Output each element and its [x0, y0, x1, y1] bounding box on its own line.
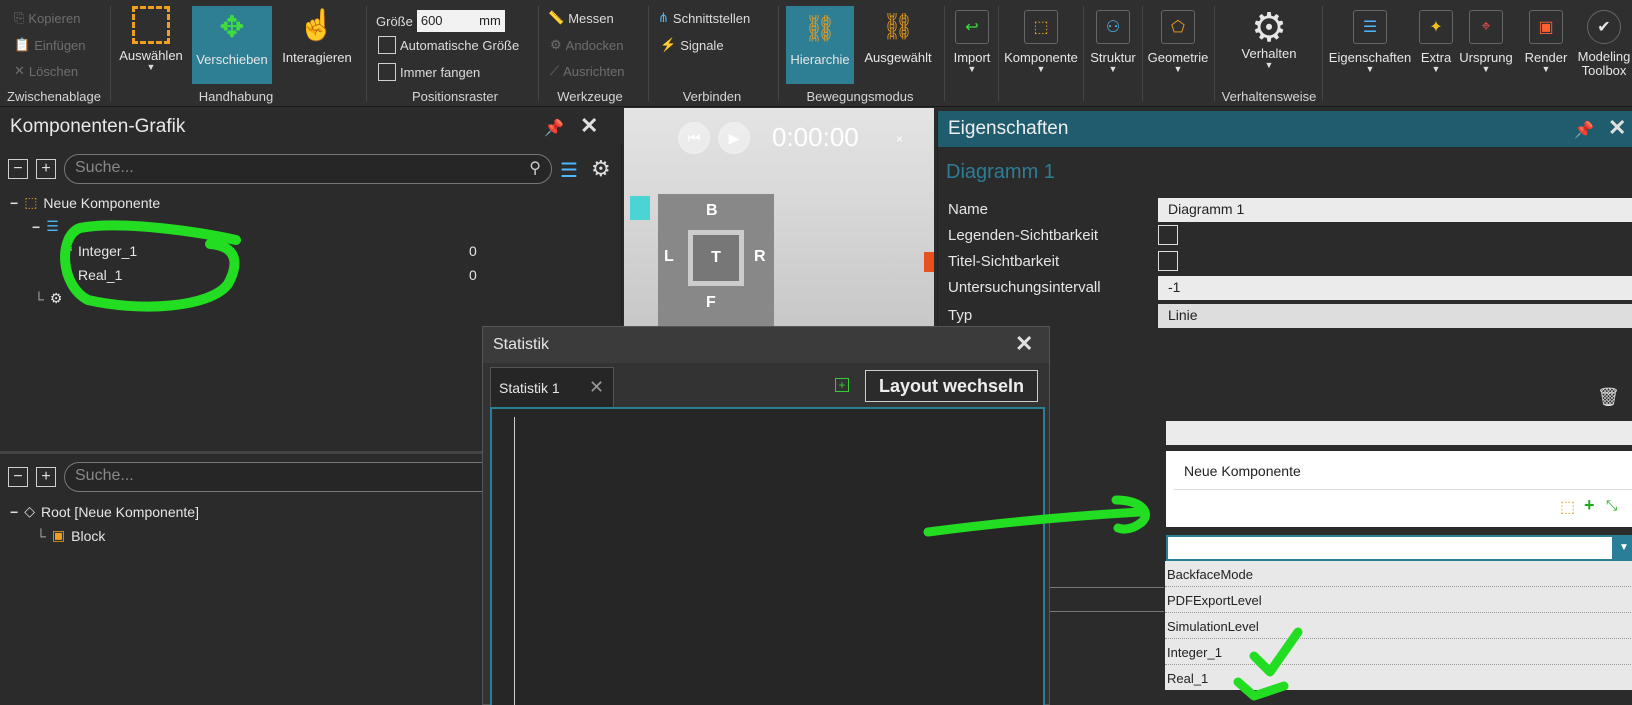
annotation-arrow — [923, 507, 1145, 537]
annotation-checkmark — [1233, 677, 1289, 701]
annotation-checkmark — [1249, 627, 1303, 677]
annotation-overlay — [60, 220, 1303, 701]
annotation-circle — [60, 220, 241, 312]
